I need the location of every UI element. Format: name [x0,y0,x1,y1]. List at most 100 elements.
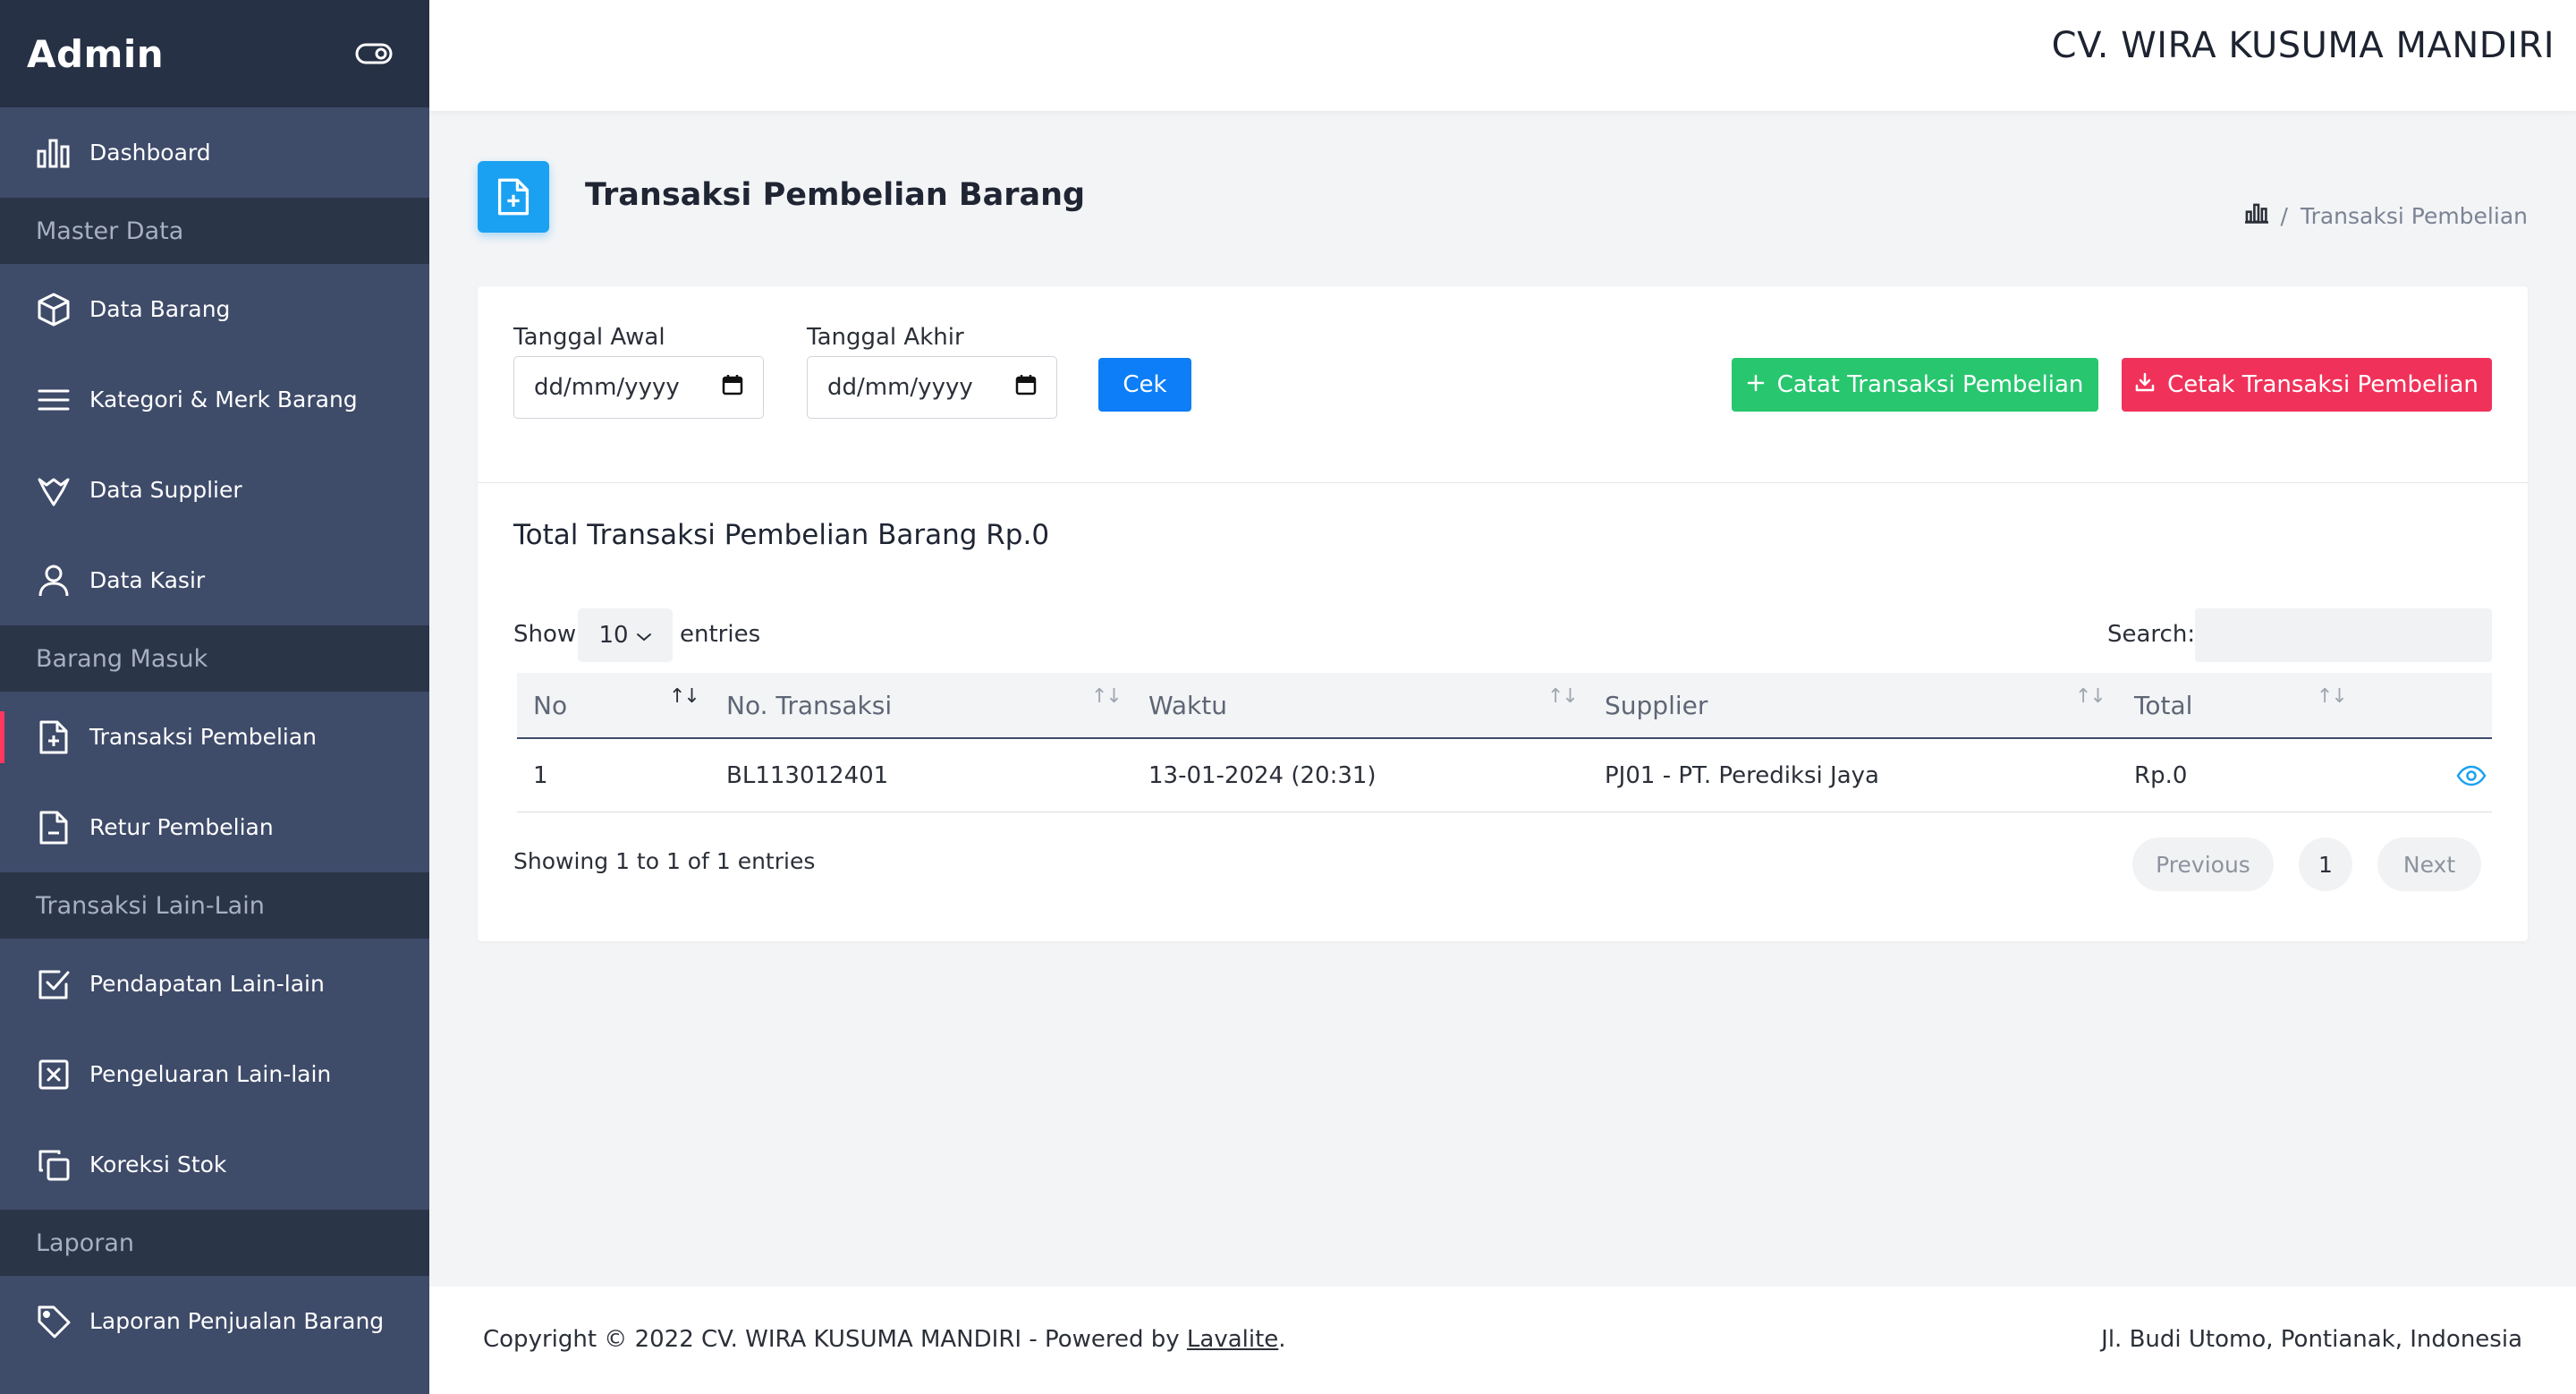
end-date-label: Tanggal Akhir [807,324,964,351]
column-header-total[interactable]: Total [2134,673,2192,737]
filter-area: Tanggal Awal dd/mm/yyyy Tanggal Akhir dd… [478,286,2528,483]
sidebar-item-transaksi-pembelian[interactable]: Transaksi Pembelian [0,692,429,782]
bar-chart-icon[interactable] [2244,202,2268,229]
table-row: 1 BL113012401 13-01-2024 (20:31) PJ01 - … [517,739,2492,812]
end-date-input[interactable]: dd/mm/yyyy [807,356,1057,419]
sidebar-brand: Admin [0,0,429,107]
next-button[interactable]: Next [2377,837,2481,891]
brand-title: Admin [27,31,165,76]
page-length-value: 10 [598,622,629,649]
calendar-icon[interactable] [722,374,743,402]
sidebar-item-label: Pendapatan Lain-lain [89,971,325,997]
file-plus-icon [478,161,549,233]
chevron-down-icon [636,622,652,649]
plus-icon [1747,371,1765,398]
sort-icon[interactable]: ↑↓ [2075,685,2106,708]
breadcrumb-current: Transaksi Pembelian [2300,202,2528,229]
breadcrumb-separator: / [2280,202,2288,229]
page-length-select[interactable]: 10 [578,608,673,662]
tag-icon [36,1304,72,1339]
company-name: CV. WIRA KUSUMA MANDIRI [2051,25,2555,66]
column-header-waktu[interactable]: Waktu [1148,673,1227,737]
sidebar-item-label: Dashboard [89,140,211,166]
total-summary: Total Transaksi Pembelian Barang Rp.0 [513,519,1050,551]
show-label: Show [513,621,577,648]
nav-section-master-data: Master Data [0,198,429,264]
sidebar-item-kategori-merk[interactable]: Kategori & Merk Barang [0,354,429,445]
check-square-icon [36,966,72,1002]
column-header-supplier[interactable]: Supplier [1605,673,1707,737]
check-button[interactable]: Cek [1098,358,1191,412]
breadcrumb: / Transaksi Pembelian [2244,202,2528,229]
sidebar-item-pengeluaran[interactable]: Pengeluaran Lain-lain [0,1029,429,1119]
cell-supplier: PJ01 - PT. Perediksi Jaya [1605,762,1879,789]
lavalite-link[interactable]: Lavalite [1187,1326,1278,1353]
copy-icon [36,1147,72,1183]
toggle-icon[interactable] [354,40,394,67]
transactions-card: Tanggal Awal dd/mm/yyyy Tanggal Akhir dd… [478,286,2528,941]
user-icon [36,563,72,599]
nav-section-transaksi-lain: Transaksi Lain-Lain [0,872,429,939]
sidebar-item-label: Retur Pembelian [89,814,274,840]
cell-no: 1 [533,762,548,789]
footer-copyright: Copyright © 2022 CV. WIRA KUSUMA MANDIRI… [483,1326,1286,1353]
top-header: CV. WIRA KUSUMA MANDIRI [429,0,2576,111]
footer-address: Jl. Budi Utomo, Pontianak, Indonesia [2101,1326,2522,1353]
menu-lines-icon [36,382,72,418]
supplier-icon [36,472,72,508]
column-header-no[interactable]: No [533,673,567,737]
sidebar-item-retur-pembelian[interactable]: Retur Pembelian [0,782,429,872]
page-1-button[interactable]: 1 [2299,837,2352,891]
nav-section-laporan: Laporan [0,1210,429,1276]
sidebar-item-data-kasir[interactable]: Data Kasir [0,535,429,625]
add-purchase-button[interactable]: Catat Transaksi Pembelian [1732,358,2098,412]
sort-icon[interactable]: ↑↓ [1547,685,1579,708]
sort-icon[interactable]: ↑↓ [2317,685,2348,708]
file-minus-icon [36,810,72,846]
sidebar-item-pendapatan[interactable]: Pendapatan Lain-lain [0,939,429,1029]
sidebar-item-label: Laporan Penjualan Barang [89,1308,385,1334]
search-label: Search: [2107,621,2196,648]
footer: Copyright © 2022 CV. WIRA KUSUMA MANDIRI… [429,1287,2576,1394]
check-button-label: Cek [1123,371,1167,398]
column-header-transaksi[interactable]: No. Transaksi [726,673,892,737]
start-date-value: dd/mm/yyyy [534,374,680,401]
sidebar-item-koreksi-stok[interactable]: Koreksi Stok [0,1119,429,1210]
calendar-icon[interactable] [1015,374,1037,402]
sidebar-item-label: Pengeluaran Lain-lain [89,1061,332,1087]
sidebar-item-label: Data Supplier [89,477,242,503]
sidebar-item-label: Transaksi Pembelian [89,724,318,750]
sidebar-item-label: Data Barang [89,296,231,322]
sidebar-item-dashboard[interactable]: Dashboard [0,107,429,198]
box-icon [36,292,72,327]
sidebar-item-data-supplier[interactable]: Data Supplier [0,445,429,535]
sidebar-item-label: Kategori & Merk Barang [89,387,358,412]
cell-transaksi: BL113012401 [726,762,889,789]
bar-chart-icon [36,135,72,171]
sidebar-item-data-barang[interactable]: Data Barang [0,264,429,354]
page-title: Transaksi Pembelian Barang [585,177,1086,213]
sidebar-item-label: Data Kasir [89,567,206,593]
cell-waktu: 13-01-2024 (20:31) [1148,762,1377,789]
download-icon [2135,371,2155,398]
add-purchase-label: Catat Transaksi Pembelian [1776,371,2084,398]
search-input[interactable] [2195,608,2492,662]
end-date-value: dd/mm/yyyy [827,374,973,401]
copyright-text: Copyright © 2022 CV. WIRA KUSUMA MANDIRI… [483,1326,1187,1353]
eye-icon[interactable] [2456,739,2487,812]
entries-label: entries [680,621,761,648]
sidebar: Admin Dashboard Master Data Data Barang … [0,0,429,1394]
start-date-input[interactable]: dd/mm/yyyy [513,356,764,419]
previous-button[interactable]: Previous [2132,837,2274,891]
sidebar-item-label: Koreksi Stok [89,1152,227,1177]
sort-icon[interactable]: ↑↓ [669,685,700,708]
sort-icon[interactable]: ↑↓ [1091,685,1123,708]
x-square-icon [36,1057,72,1092]
print-purchase-button[interactable]: Cetak Transaksi Pembelian [2122,358,2492,412]
nav-section-barang-masuk: Barang Masuk [0,625,429,692]
start-date-label: Tanggal Awal [513,324,665,351]
copyright-suffix: . [1278,1326,1286,1353]
sidebar-item-laporan-penjualan[interactable]: Laporan Penjualan Barang [0,1276,429,1366]
print-purchase-label: Cetak Transaksi Pembelian [2167,371,2479,398]
cell-total: Rp.0 [2134,762,2188,789]
